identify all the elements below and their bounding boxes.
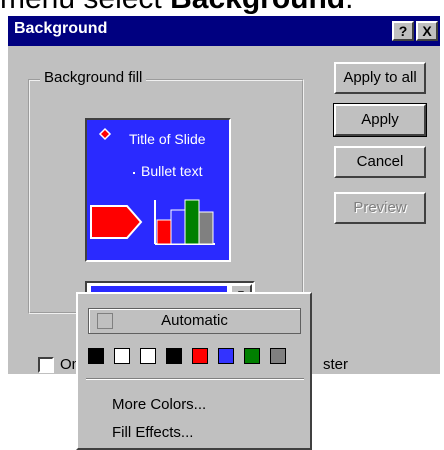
arrow-shape-icon [90, 205, 143, 239]
group-label: Background fill [40, 69, 147, 86]
apply-to-all-button[interactable]: Apply to all [334, 62, 426, 94]
cancel-label: Cancel [356, 153, 404, 170]
color-swatch[interactable] [244, 348, 260, 364]
color-swatch[interactable] [140, 348, 156, 364]
automatic-label: Automatic [161, 312, 228, 329]
omit-checkbox-label-end: ster [323, 356, 349, 373]
menu-divider [86, 378, 304, 380]
help-button[interactable]: ? [392, 21, 414, 41]
cancel-button[interactable]: Cancel [334, 146, 426, 178]
caption-suffix: . [345, 0, 353, 15]
caption-prefix: menu select [0, 0, 170, 15]
close-button[interactable]: X [416, 21, 438, 41]
instruction-caption: menu select Background. [0, 0, 444, 16]
title-bar: Background ? X [8, 16, 440, 46]
automatic-option[interactable]: Automatic [88, 308, 301, 334]
apply-to-all-label: Apply to all [343, 69, 417, 86]
preview-label: Preview [353, 199, 407, 216]
fill-color-dropdown: Automatic More Colors... Fill Effects... [76, 292, 312, 450]
chart-bar-blue [170, 209, 186, 245]
omit-master-checkbox[interactable] [38, 357, 54, 373]
slide-preview: Title of Slide Bullet text [85, 118, 231, 262]
chart-bar-green [184, 199, 200, 245]
preview-button[interactable]: Preview [334, 192, 426, 224]
color-swatch[interactable] [270, 348, 286, 364]
caption-bold: Background [170, 0, 345, 15]
color-swatch[interactable] [166, 348, 182, 364]
bullet-dot [133, 172, 135, 174]
color-swatch[interactable] [114, 348, 130, 364]
color-swatch[interactable] [192, 348, 208, 364]
more-colors-label: More Colors... [112, 396, 207, 413]
color-swatch[interactable] [218, 348, 234, 364]
chart-bar-gray [198, 211, 214, 245]
color-swatch[interactable] [88, 348, 104, 364]
preview-bullet-text: Bullet text [141, 163, 203, 179]
preview-art: Title of Slide Bullet text [90, 127, 215, 245]
fill-effects-item[interactable]: Fill Effects... [112, 424, 193, 441]
dialog-title: Background [14, 20, 108, 37]
title-diamond-icon [98, 127, 112, 141]
more-colors-item[interactable]: More Colors... [112, 396, 206, 413]
apply-label: Apply [361, 111, 399, 128]
fill-effects-label: Fill Effects... [112, 424, 194, 441]
preview-title-text: Title of Slide [129, 131, 206, 147]
apply-button[interactable]: Apply [333, 103, 427, 137]
chart-bar-red [156, 219, 172, 245]
